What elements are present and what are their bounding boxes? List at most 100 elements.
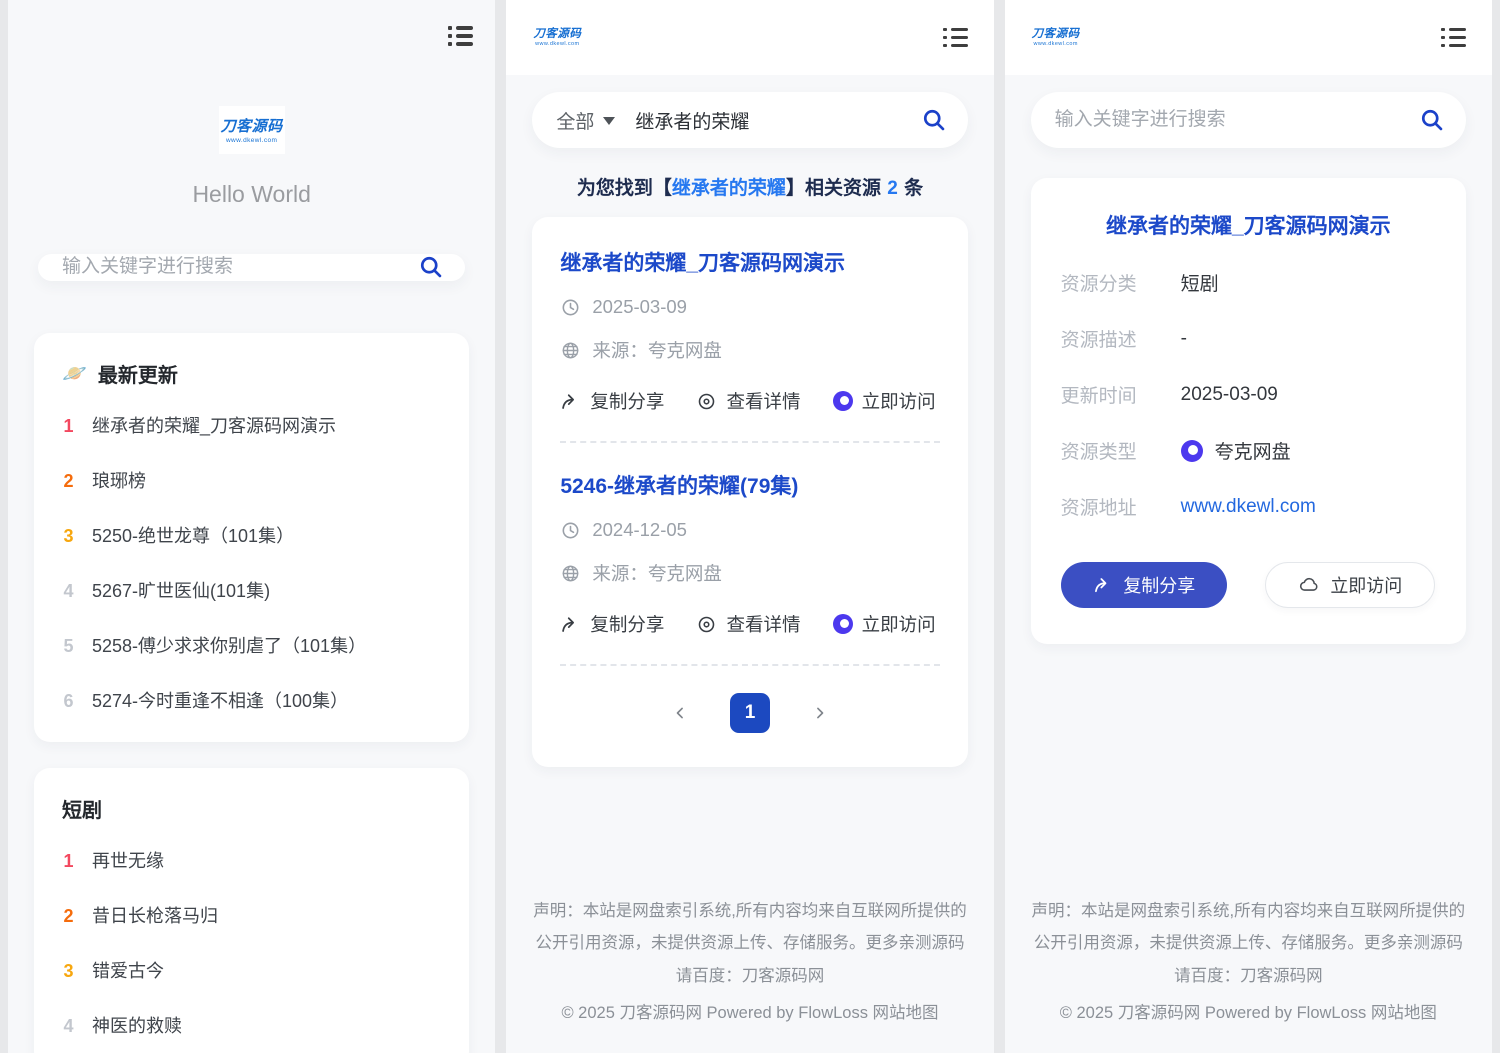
dashed-divider bbox=[560, 664, 939, 666]
copy-share-action[interactable]: 复制分享 bbox=[560, 611, 664, 637]
field-row-address: 资源地址 www.dkewl.com bbox=[1061, 493, 1436, 520]
app-header: 刀客源码 www.dkewl.com bbox=[1005, 0, 1492, 75]
latest-updates-card: 🪐 最新更新 1 继承者的荣耀_刀客源码网演示 2 琅琊榜 3 5250-绝世龙… bbox=[34, 333, 469, 742]
footer-copyright: © 2025 刀客源码网 Powered by FlowLoss 网站地图 bbox=[530, 997, 969, 1029]
view-detail-action[interactable]: 查看详情 bbox=[696, 611, 800, 637]
results-card: 继承者的荣耀_刀客源码网演示 2025-03-09 来源：夸克网盘 复制分享 bbox=[532, 217, 967, 767]
field-label: 资源描述 bbox=[1061, 325, 1181, 352]
field-value: - bbox=[1181, 328, 1187, 350]
field-row-description: 资源描述 - bbox=[1061, 325, 1436, 352]
search-input[interactable] bbox=[62, 256, 418, 278]
resource-title: 继承者的荣耀_刀客源码网演示 bbox=[1061, 210, 1436, 240]
menu-row bbox=[448, 42, 473, 46]
section-title: 最新更新 bbox=[98, 359, 178, 388]
copy-share-label: 复制分享 bbox=[590, 388, 664, 414]
result-title-link[interactable]: 继承者的荣耀_刀客源码网演示 bbox=[560, 247, 939, 277]
result-line-keyword: 继承者的荣耀 bbox=[672, 178, 786, 199]
panel-search-results: 刀客源码 www.dkewl.com 全部 为您找到【继承者的荣耀】相 bbox=[506, 0, 993, 1053]
site-logo[interactable]: 刀客源码 www.dkewl.com bbox=[1027, 24, 1085, 51]
rank-number: 3 bbox=[62, 526, 75, 547]
search-icon[interactable] bbox=[1419, 107, 1446, 134]
list-item[interactable]: 2 昔日长枪落马归 bbox=[62, 888, 441, 943]
visit-now-action[interactable]: 立即访问 bbox=[833, 611, 936, 637]
site-footer: 声明：本站是网盘索引系统,所有内容均来自互联网所提供的公开引用资源，未提供资源上… bbox=[1005, 895, 1492, 1053]
list-item[interactable]: 5 5258-傅少求求你别虐了（101集） bbox=[62, 618, 441, 673]
resource-url-link[interactable]: www.dkewl.com bbox=[1181, 496, 1316, 518]
share-icon bbox=[560, 391, 581, 412]
search-input[interactable] bbox=[635, 109, 920, 131]
list-item-title: 继承者的荣耀_刀客源码网演示 bbox=[92, 412, 336, 438]
category-filter-dropdown[interactable]: 全部 bbox=[556, 107, 615, 134]
search-result-item: 5246-继承者的荣耀(79集) 2024-12-05 来源：夸克网盘 复制分享 bbox=[560, 470, 939, 637]
panel-resource-detail: 刀客源码 www.dkewl.com 继承者的荣耀_刀客源码网演示 资源分类 短… bbox=[1005, 0, 1492, 1053]
visit-now-button[interactable]: 立即访问 bbox=[1265, 562, 1435, 608]
result-actions: 复制分享 查看详情 立即访问 bbox=[560, 388, 939, 414]
menu-icon[interactable] bbox=[444, 22, 477, 50]
search-input[interactable] bbox=[1055, 109, 1419, 131]
screenshot-stage: 刀客源码 www.dkewl.com Hello World 🪐 最新更新 1 … bbox=[0, 0, 1500, 1053]
search-icon[interactable] bbox=[921, 107, 948, 134]
logo-text: 刀客源码 bbox=[533, 28, 581, 41]
result-line-middle: 】相关资源 bbox=[786, 178, 886, 199]
result-actions: 复制分享 查看详情 立即访问 bbox=[560, 611, 939, 637]
site-logo[interactable]: 刀客源码 www.dkewl.com bbox=[219, 106, 285, 154]
next-page-button[interactable] bbox=[810, 703, 830, 723]
visit-now-action[interactable]: 立即访问 bbox=[833, 388, 936, 414]
clock-icon bbox=[560, 520, 581, 541]
list-item[interactable]: 4 神医的救赎 bbox=[62, 998, 441, 1053]
list-item-title: 错爱古今 bbox=[92, 957, 164, 983]
list-item[interactable]: 2 琅琊榜 bbox=[62, 453, 441, 508]
cloud-icon bbox=[1298, 574, 1320, 596]
globe-icon bbox=[560, 563, 581, 584]
search-icon[interactable] bbox=[418, 254, 445, 281]
rank-number: 4 bbox=[62, 581, 75, 602]
app-header: 刀客源码 www.dkewl.com bbox=[506, 0, 993, 75]
menu-row bbox=[1441, 44, 1466, 48]
record-icon bbox=[833, 391, 853, 411]
rank-number: 3 bbox=[62, 961, 75, 982]
menu-row bbox=[943, 28, 968, 32]
list-item[interactable]: 4 5267-旷世医仙(101集) bbox=[62, 563, 441, 618]
rank-number: 6 bbox=[62, 691, 75, 712]
field-label: 资源分类 bbox=[1061, 269, 1181, 296]
view-detail-action[interactable]: 查看详情 bbox=[696, 388, 800, 414]
globe-icon bbox=[560, 340, 581, 361]
list-item[interactable]: 1 再世无缘 bbox=[62, 833, 441, 888]
list-item-title: 昔日长枪落马归 bbox=[92, 902, 218, 928]
section-title: 短剧 bbox=[62, 794, 102, 823]
logo-text: 刀客源码 bbox=[1032, 28, 1080, 41]
list-item[interactable]: 1 继承者的荣耀_刀客源码网演示 bbox=[62, 398, 441, 453]
menu-icon[interactable] bbox=[939, 24, 972, 52]
share-icon bbox=[560, 614, 581, 635]
site-logo[interactable]: 刀客源码 www.dkewl.com bbox=[528, 24, 586, 51]
rank-number: 1 bbox=[62, 851, 75, 872]
clock-icon bbox=[560, 297, 581, 318]
page-number-current[interactable]: 1 bbox=[730, 693, 770, 733]
prev-page-button[interactable] bbox=[670, 703, 690, 723]
record-icon bbox=[1181, 440, 1203, 462]
list-item[interactable]: 6 5274-今时重逢不相逢（100集） bbox=[62, 673, 441, 728]
menu-row bbox=[943, 36, 968, 40]
field-label: 资源类型 bbox=[1061, 437, 1181, 464]
list-item-title: 5258-傅少求求你别虐了（101集） bbox=[92, 632, 366, 658]
chevron-right-icon bbox=[810, 703, 830, 723]
list-item-title: 琅琊榜 bbox=[92, 467, 146, 493]
short-drama-card: 短剧 1 再世无缘 2 昔日长枪落马归 3 错爱古今 4 神医的救赎 bbox=[34, 768, 469, 1053]
planet-icon: 🪐 bbox=[62, 361, 87, 386]
view-detail-label: 查看详情 bbox=[726, 611, 800, 637]
result-title-link[interactable]: 5246-继承者的荣耀(79集) bbox=[560, 470, 939, 500]
result-count-line: 为您找到【继承者的荣耀】相关资源 2 条 bbox=[506, 173, 993, 200]
visit-now-label: 立即访问 bbox=[1330, 572, 1402, 598]
menu-icon[interactable] bbox=[1437, 24, 1470, 52]
copy-share-button[interactable]: 复制分享 bbox=[1061, 562, 1227, 608]
caret-down-icon bbox=[603, 117, 615, 125]
list-item[interactable]: 3 5250-绝世龙尊（101集） bbox=[62, 508, 441, 563]
field-value-type: 夸克网盘 bbox=[1181, 437, 1291, 464]
rank-number: 2 bbox=[62, 471, 75, 492]
field-label: 资源地址 bbox=[1061, 493, 1181, 520]
copy-share-label: 复制分享 bbox=[590, 611, 664, 637]
detail-actions: 复制分享 立即访问 bbox=[1061, 562, 1436, 608]
copy-share-action[interactable]: 复制分享 bbox=[560, 388, 664, 414]
footer-disclaimer: 声明：本站是网盘索引系统,所有内容均来自互联网所提供的公开引用资源，未提供资源上… bbox=[1029, 895, 1468, 992]
list-item[interactable]: 3 错爱古今 bbox=[62, 943, 441, 998]
